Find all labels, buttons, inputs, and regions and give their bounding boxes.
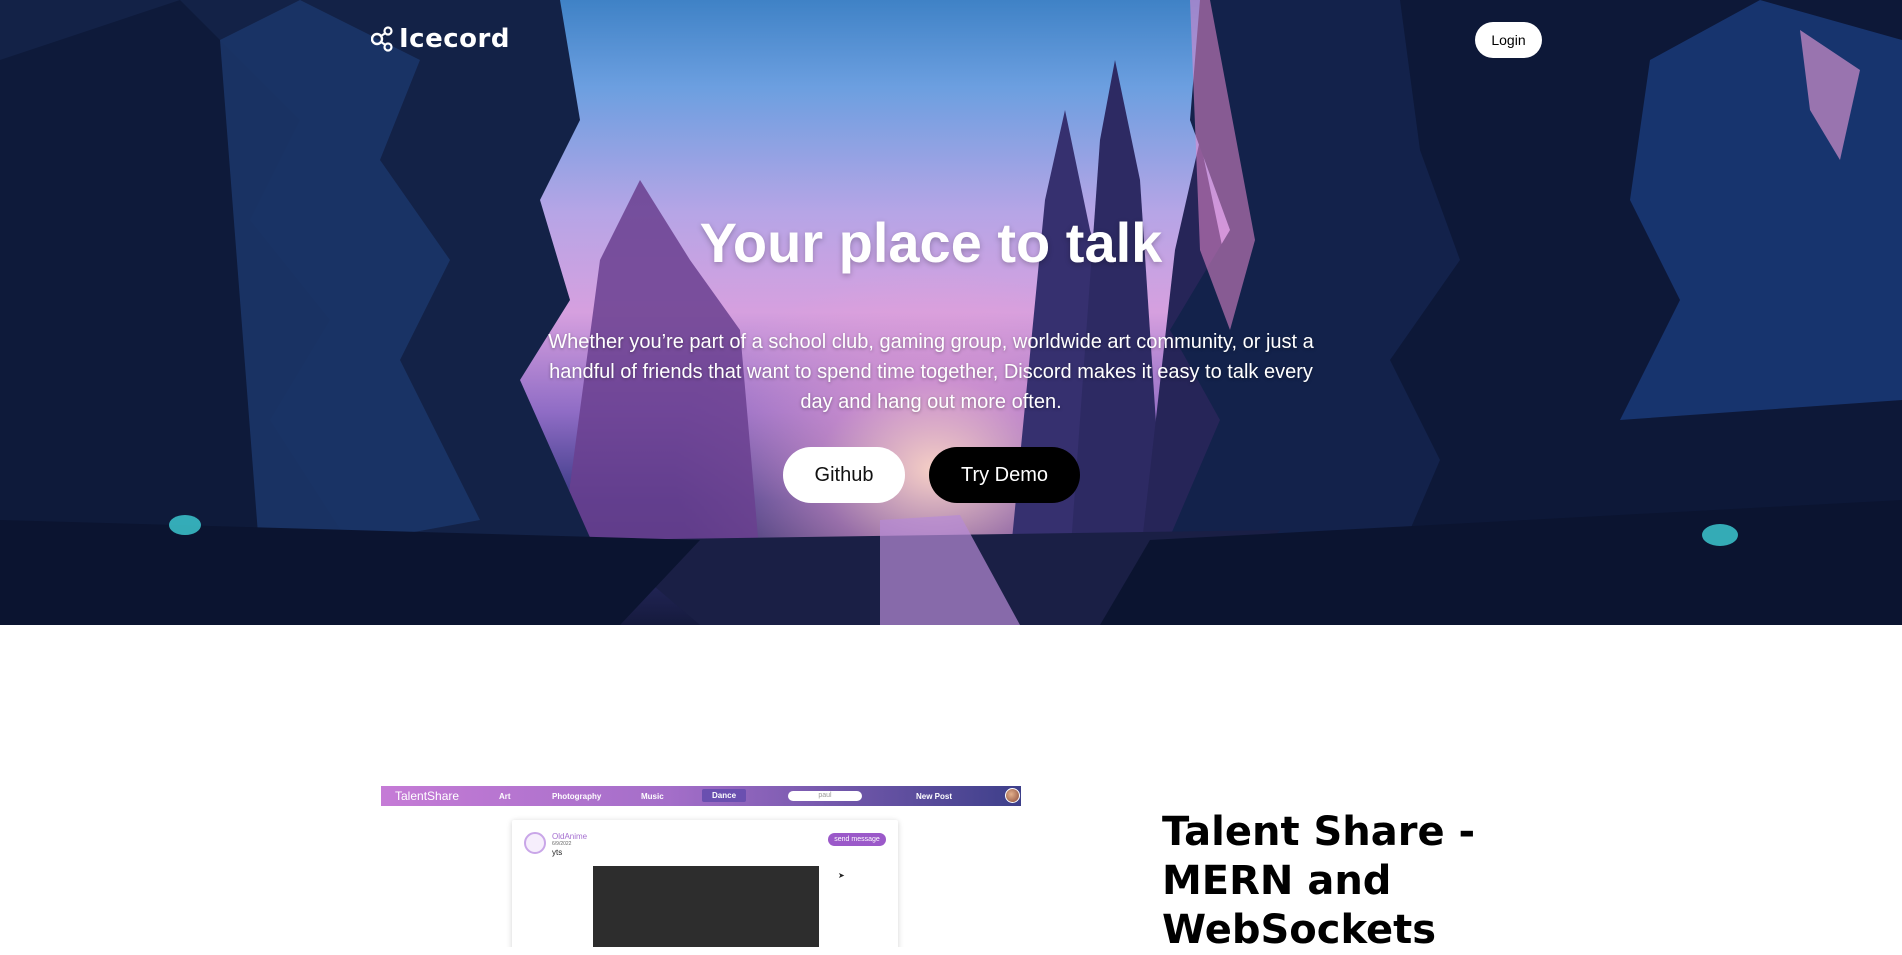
preview-navbar: TalentShare Art Photography Music Dance …: [381, 786, 1021, 806]
forest-background-illustration: [0, 0, 1902, 625]
login-button[interactable]: Login: [1475, 22, 1542, 58]
preview-user-avatar-icon: [524, 832, 546, 854]
hero-section: Icecord Login Your place to talk Whether…: [0, 0, 1902, 625]
preview-search-input: paul: [788, 791, 862, 801]
logo[interactable]: Icecord: [371, 24, 510, 54]
preview-user-name: OldAnime: [552, 832, 588, 841]
preview-post-media: [593, 866, 819, 947]
nodes-icon: [371, 26, 393, 52]
try-demo-button[interactable]: Try Demo: [929, 447, 1080, 503]
preview-send-message-button: send message: [828, 833, 886, 846]
hero-description: Whether you’re part of a school club, ga…: [548, 331, 1314, 413]
mouse-cursor-icon: ➤: [838, 871, 845, 880]
logo-text: Icecord: [399, 24, 510, 54]
github-button[interactable]: Github: [783, 447, 905, 503]
preview-nav-art: Art: [499, 792, 511, 801]
preview-avatar: [1005, 788, 1020, 803]
preview-post-card: OldAnime 6/9/2022 yts send message ➤: [512, 820, 898, 947]
project-preview-screenshot[interactable]: TalentShare Art Photography Music Dance …: [381, 786, 1021, 947]
preview-post-date: 6/9/2022: [552, 841, 572, 847]
hero-title: Your place to talk: [699, 211, 1163, 274]
preview-post-text: yts: [552, 848, 563, 857]
project-title: Talent Share - MERN and WebSockets: [1162, 809, 1476, 953]
preview-nav-photography: Photography: [552, 792, 602, 801]
preview-new-post: New Post: [916, 792, 953, 801]
preview-nav-music: Music: [641, 792, 664, 801]
preview-brand: TalentShare: [395, 789, 460, 803]
preview-nav-dance: Dance: [702, 789, 747, 802]
